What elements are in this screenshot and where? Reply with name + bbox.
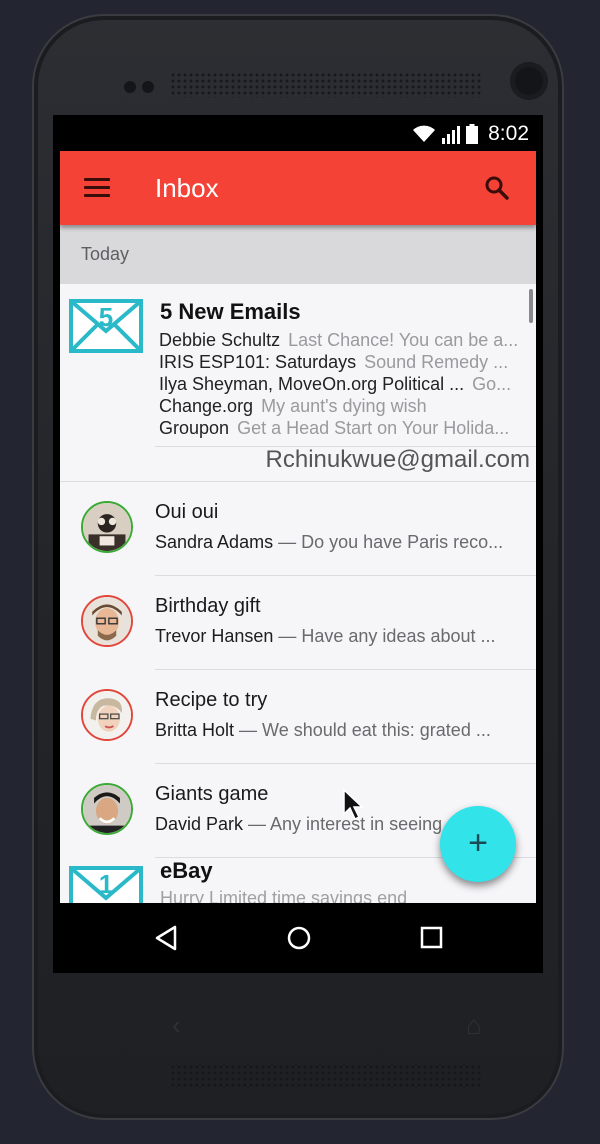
email-sender: Trevor Hansen <box>155 626 274 646</box>
bundle-line-snippet: Get a Head Start on Your Holida... <box>237 418 510 438</box>
bundle-line: Change.org My aunt's dying wish <box>159 396 521 418</box>
bundle-line-snippet: Go... <box>472 374 512 394</box>
search-icon[interactable] <box>484 175 510 201</box>
email-preview: Sandra Adams — Do you have Paris reco... <box>155 532 511 553</box>
bundle-line: Groupon Get a Head Start on Your Holida..… <box>159 418 521 440</box>
bundle-count: 5 <box>99 302 113 332</box>
wifi-icon <box>413 125 436 142</box>
bundle-line: IRIS ESP101: Saturdays Sound Remedy ... <box>159 352 521 374</box>
bundle-line-sender: Debbie Schultz <box>159 330 281 350</box>
envelope-icon: 1 <box>69 866 143 903</box>
page-title: Inbox <box>155 173 219 203</box>
app-bar: Inbox <box>60 151 536 225</box>
email-row[interactable]: Birthday gift Trevor Hansen — Have any i… <box>60 576 536 670</box>
front-camera <box>510 62 548 100</box>
email-row[interactable]: Oui oui Sandra Adams — Do you have Paris… <box>60 482 536 576</box>
recents-square-icon[interactable] <box>420 926 443 949</box>
email-bundle[interactable]: 5 5 New Emails Debbie Schultz Last Chance… <box>60 284 536 482</box>
ebay-count: 1 <box>99 869 113 899</box>
bundle-line-sender: IRIS ESP101: Saturdays <box>159 352 357 372</box>
bundle-line-sender: Change.org <box>159 396 254 416</box>
envelope-icon: 5 <box>69 299 143 353</box>
cell-signal-icon <box>442 126 461 144</box>
email-snippet: — We should eat this: grated ... <box>234 720 491 740</box>
avatar <box>81 595 133 647</box>
sensor-dots <box>124 80 160 98</box>
bundle-line: Debbie Schultz Last Chance! You can be a.… <box>159 330 521 352</box>
account-email: Rchinukwue@gmail.com <box>265 446 530 473</box>
bundle-line-snippet: Last Chance! You can be a... <box>288 330 519 350</box>
avatar <box>81 501 133 553</box>
email-snippet: — Have any ideas about ... <box>273 626 496 646</box>
navigation-bar <box>53 903 543 973</box>
email-row[interactable]: Recipe to try Britta Holt — We should ea… <box>60 670 536 764</box>
battery-icon <box>466 124 479 144</box>
bundle-title: eBay <box>160 858 213 883</box>
bundle-snippet: Hurry Limited time savings end <box>160 888 408 903</box>
status-bar: 8:02 <box>53 115 543 151</box>
email-subject: Recipe to try <box>155 689 268 711</box>
menu-icon[interactable] <box>84 178 110 198</box>
email-sender: Britta Holt <box>155 720 235 740</box>
email-subject: Birthday gift <box>155 595 261 617</box>
avatar <box>81 689 133 741</box>
inbox-list[interactable]: Today 5 5 New Emails Debbie Schultz Last … <box>60 225 536 903</box>
email-sender: Sandra Adams <box>155 532 274 552</box>
bundle-line: Ilya Sheyman, MoveOn.org Political ... Go… <box>159 374 521 396</box>
email-sender: David Park <box>155 814 244 834</box>
earpiece-speaker-grille <box>170 72 482 98</box>
email-preview: Trevor Hansen — Have any ideas about ... <box>155 626 511 647</box>
email-preview: Britta Holt — We should eat this: grated… <box>155 720 511 741</box>
email-subject: Oui oui <box>155 501 219 523</box>
compose-button[interactable]: + <box>440 806 516 882</box>
hardware-home-icon: ⌂ <box>466 1010 482 1040</box>
mouse-cursor-icon <box>343 788 364 821</box>
bottom-speaker-grille <box>170 1064 482 1090</box>
phone-screen: 8:02 Inbox Today 5 5 New Emails Debbie S… <box>53 115 543 973</box>
hardware-back-icon: ‹ <box>172 1010 181 1040</box>
home-circle-icon[interactable] <box>286 925 312 951</box>
back-triangle-icon[interactable] <box>154 925 178 951</box>
bundle-title: 5 New Emails <box>160 299 301 324</box>
avatar <box>81 783 133 835</box>
bundle-line-snippet: Sound Remedy ... <box>364 352 509 372</box>
bundle-line-sender: Ilya Sheyman, MoveOn.org Political ... <box>159 374 465 394</box>
bundle-line-snippet: My aunt's dying wish <box>261 396 427 416</box>
email-subject: Giants game <box>155 783 269 805</box>
status-time: 8:02 <box>488 122 529 145</box>
bundle-line-sender: Groupon <box>159 418 230 438</box>
section-header-today: Today <box>60 225 536 284</box>
email-snippet: — Do you have Paris reco... <box>273 532 504 552</box>
